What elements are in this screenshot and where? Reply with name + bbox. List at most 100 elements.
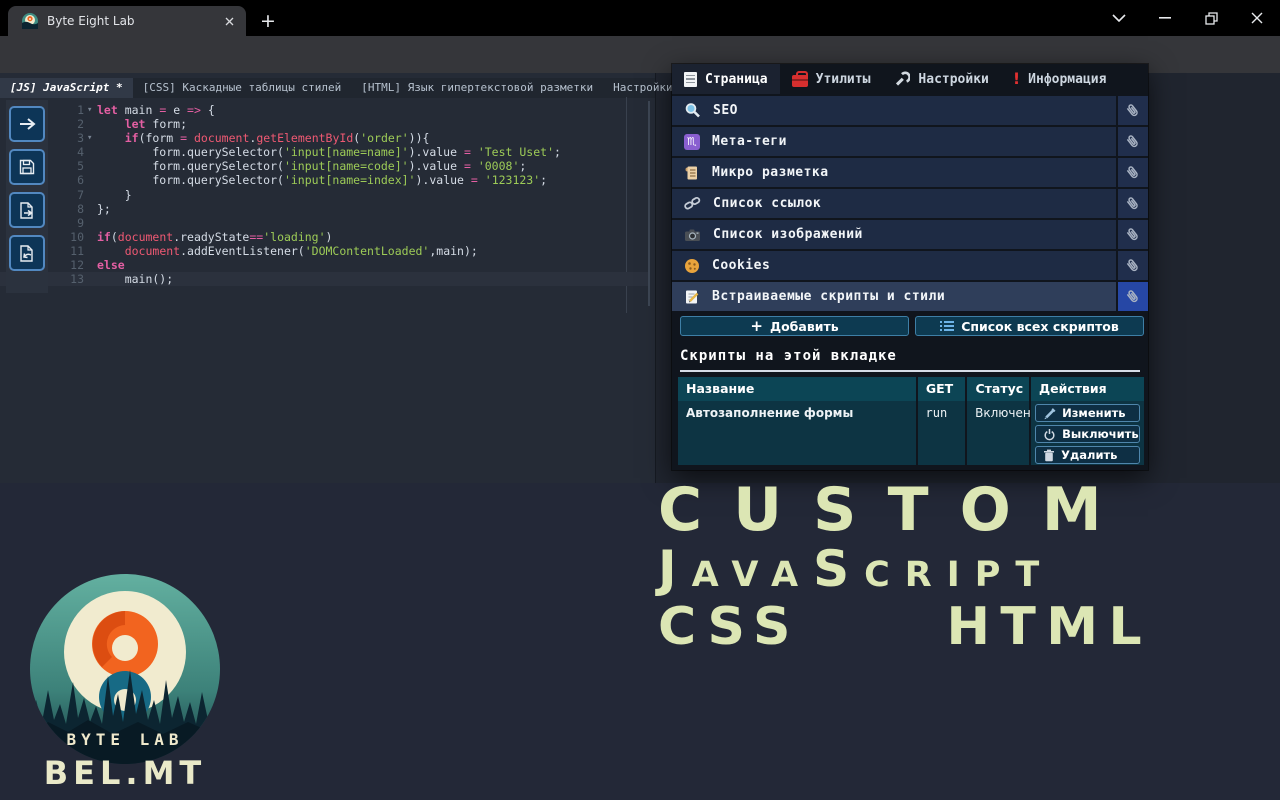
section-row-0[interactable]: SEO	[672, 96, 1116, 125]
minimize-button[interactable]	[1142, 0, 1188, 36]
meta-icon: ♏	[684, 133, 700, 150]
attach-button[interactable]	[1118, 282, 1148, 311]
paperclip-icon	[1125, 257, 1141, 275]
action-button-1[interactable]: Выключить	[1035, 425, 1140, 443]
attach-button[interactable]	[1118, 127, 1148, 156]
restore-icon	[1204, 11, 1218, 25]
attach-button[interactable]	[1118, 158, 1148, 187]
popup-tab-2[interactable]: Настройки	[882, 64, 1000, 94]
popup-section-list: SEO ♏ Мета-теги Микро разметка Список ссылок…	[672, 96, 1148, 311]
code-line-3: 3 ▾ if(form = document.getElementById('or…	[0, 131, 648, 145]
attach-button[interactable]	[1118, 220, 1148, 249]
new-tab-button[interactable]: +	[256, 9, 280, 33]
scripts-section-title: Скрипты на этой вкладке	[680, 348, 1140, 372]
camera-icon	[684, 228, 701, 242]
attach-button[interactable]	[1118, 189, 1148, 218]
editor-tab-0[interactable]: [JS] JavaScript *	[0, 78, 133, 98]
save-button[interactable]	[9, 149, 45, 185]
logo-caption: BYTE LAB	[66, 730, 183, 749]
editor-tab-3[interactable]: Настройки	[603, 78, 683, 98]
save-icon	[19, 159, 35, 175]
column-header-2: Статус	[967, 377, 1029, 401]
fold-arrow-icon[interactable]: ▾	[87, 131, 92, 145]
code-line-11: 11 document.addEventListener('DOMContent…	[0, 244, 648, 258]
line-number: 10	[70, 229, 84, 244]
column-header-1: GET	[917, 377, 966, 401]
table-row: Автозаполнение формы run Включен Изменить Вы…	[678, 401, 1144, 465]
arrow-right-icon	[19, 117, 36, 131]
line-number: 2	[77, 117, 84, 132]
cookie-icon	[684, 258, 700, 274]
all-scripts-label: Список всех скриптов	[961, 318, 1119, 334]
minimize-icon	[1159, 17, 1171, 19]
arrow-right-button[interactable]	[9, 106, 45, 142]
popup-tab-1[interactable]: Утилиты	[780, 64, 883, 94]
section-row-5[interactable]: Cookies	[672, 251, 1116, 280]
code-viewport[interactable]: 1 ▾ let main = e => {2 let form; 3 ▾ if(form…	[0, 97, 655, 483]
code-line-2: 2 let form;	[0, 117, 648, 131]
column-header-0: Название	[678, 377, 916, 401]
editor-tab-1[interactable]: [CSS] Каскадные таблицы стилей	[133, 78, 352, 98]
section-row-6[interactable]: Встраиваемые скрипты и стили	[672, 282, 1116, 311]
popup-tab-label: Утилиты	[815, 71, 871, 87]
hero-line-custom: CUSTOM	[658, 475, 1133, 545]
section-row-1[interactable]: ♏ Мета-теги	[672, 127, 1116, 156]
all-scripts-button[interactable]: Список всех скриптов	[915, 316, 1144, 336]
file-import-button[interactable]	[9, 235, 45, 271]
popup-tab-label: Информация	[1028, 71, 1107, 87]
get-cell: run	[917, 401, 966, 465]
page-icon	[684, 71, 697, 87]
section-row-label: Cookies	[712, 258, 771, 273]
section-row-label: Список ссылок	[713, 196, 822, 211]
action-button-2[interactable]: Удалить	[1035, 446, 1140, 464]
close-button[interactable]	[1234, 0, 1280, 36]
tab-close-icon[interactable]	[220, 12, 238, 30]
line-number: 11	[70, 243, 84, 258]
browser-tab[interactable]: Byte Eight Lab	[8, 6, 246, 36]
browser-titlebar: Byte Eight Lab +	[0, 0, 1280, 36]
add-script-button[interactable]: + Добавить	[680, 316, 909, 336]
line-number: 9	[77, 215, 84, 230]
link-icon	[684, 196, 701, 211]
wrench-icon	[894, 71, 911, 87]
action-label: Выключить	[1062, 427, 1139, 441]
paperclip-icon	[1125, 102, 1141, 120]
editor-scrollbar[interactable]	[648, 101, 650, 306]
section-row-2[interactable]: Микро разметка	[672, 158, 1116, 187]
section-row-3[interactable]: Список ссылок	[672, 189, 1116, 218]
pencil-icon	[1043, 407, 1056, 420]
fold-arrow-icon[interactable]: ▾	[87, 103, 92, 117]
code-line-5: 5 form.querySelector('input[name=code]')…	[0, 159, 648, 173]
window-controls	[1096, 0, 1280, 36]
byte-lab-logo: BYTE LAB BEL.MT	[18, 572, 232, 798]
attach-button[interactable]	[1118, 96, 1148, 125]
close-icon	[1251, 12, 1263, 24]
action-button-0[interactable]: Изменить	[1035, 404, 1140, 422]
scroll-icon	[684, 165, 700, 181]
code-area[interactable]: 1 ▾ let main = e => {2 let form; 3 ▾ if(form…	[0, 103, 648, 287]
logo-figure-eight	[92, 611, 158, 723]
attach-button[interactable]	[1118, 251, 1148, 280]
editor-tab-2[interactable]: [HTML] Язык гипертекстовой разметки	[351, 78, 603, 98]
popup-tab-3[interactable]: ! Информация	[1001, 64, 1119, 94]
section-row-4[interactable]: Список изображений	[672, 220, 1116, 249]
popup-tab-0[interactable]: Страница	[672, 64, 780, 94]
favicon-logo-icon	[22, 13, 38, 29]
table-header-row: Название GET Статус Действия	[678, 377, 1144, 401]
actions-cell: Изменить Выключить Удалить	[1031, 401, 1144, 465]
line-number: 8	[77, 201, 84, 216]
code-line-13: 13 main();	[0, 272, 648, 287]
file-export-button[interactable]	[9, 192, 45, 228]
line-number: 1	[77, 103, 84, 117]
restore-button[interactable]	[1188, 0, 1234, 36]
paperclip-icon	[1125, 288, 1141, 306]
chevron-down-button[interactable]	[1096, 0, 1142, 36]
code-editor: [JS] JavaScript * [CSS] Каскадные таблицы…	[0, 73, 673, 483]
code-line-10: 10 if(document.readyState=='loading')	[0, 230, 648, 244]
section-row-label: Встраиваемые скрипты и стили	[712, 289, 946, 304]
line-number: 7	[77, 187, 84, 202]
script-name-cell: Автозаполнение формы	[678, 401, 916, 465]
code-line-6: 6 form.querySelector('input[name=index]'…	[0, 173, 648, 187]
line-number: 3	[77, 131, 84, 146]
code-line-7: 7 }	[0, 188, 648, 202]
